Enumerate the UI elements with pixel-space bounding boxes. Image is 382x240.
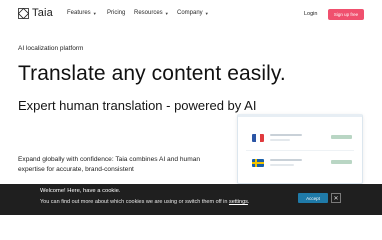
taia-logo-icon (18, 7, 29, 19)
hero-eyebrow: AI localization platform (18, 45, 84, 52)
cookie-settings-link[interactable]: settings (229, 199, 248, 205)
accept-cookies-button[interactable]: Accept (298, 193, 328, 203)
nav-item-label: Resources (134, 10, 163, 16)
sweden-flag-icon (252, 159, 264, 167)
status-badge (331, 160, 352, 164)
brand-name: Taia (32, 7, 53, 19)
nav-item-company[interactable]: Company ▼ (177, 10, 209, 16)
preview-row (238, 131, 362, 149)
login-link[interactable]: Login (304, 11, 317, 17)
preview-line (270, 159, 302, 161)
hero-body-text: Expand globally with confidence: Taia co… (18, 156, 201, 173)
hero-subheadline: Expert human translation - powered by AI (18, 98, 257, 113)
nav-item-resources[interactable]: Resources ▼ (134, 10, 169, 16)
preview-row (238, 156, 362, 174)
chevron-down-icon: ▼ (92, 10, 97, 16)
cookie-text-body: You can find out more about which cookie… (40, 199, 228, 205)
nav-item-features[interactable]: Features ▼ (67, 10, 97, 16)
translation-preview-card (237, 114, 363, 184)
nav-item-pricing[interactable]: Pricing (107, 10, 125, 16)
brand-logo[interactable]: Taia (18, 7, 53, 19)
signup-button[interactable]: Sign up free (328, 9, 364, 20)
divider (246, 150, 354, 151)
cookie-banner: Welcome! Here, have a cookie. You can fi… (0, 184, 382, 215)
nav-item-label: Pricing (107, 10, 126, 16)
preview-line (270, 139, 290, 141)
chevron-down-icon: ▼ (164, 10, 169, 16)
nav-item-label: Features (67, 10, 91, 16)
cookie-title: Welcome! Here, have a cookie. (40, 188, 121, 194)
cookie-text: You can find out more about which cookie… (40, 199, 249, 205)
france-flag-icon (252, 134, 264, 142)
close-icon[interactable]: ✕ (331, 193, 341, 203)
hero-headline: Translate any content easily. (18, 62, 286, 85)
top-nav: Taia Features ▼ Pricing Resources ▼ Comp… (0, 0, 382, 30)
preview-line (270, 134, 302, 136)
nav-item-label: Company (177, 10, 203, 16)
preview-line (270, 164, 294, 166)
chevron-down-icon: ▼ (204, 10, 209, 16)
cookie-text-suffix: . (247, 199, 250, 205)
status-badge (331, 135, 352, 139)
